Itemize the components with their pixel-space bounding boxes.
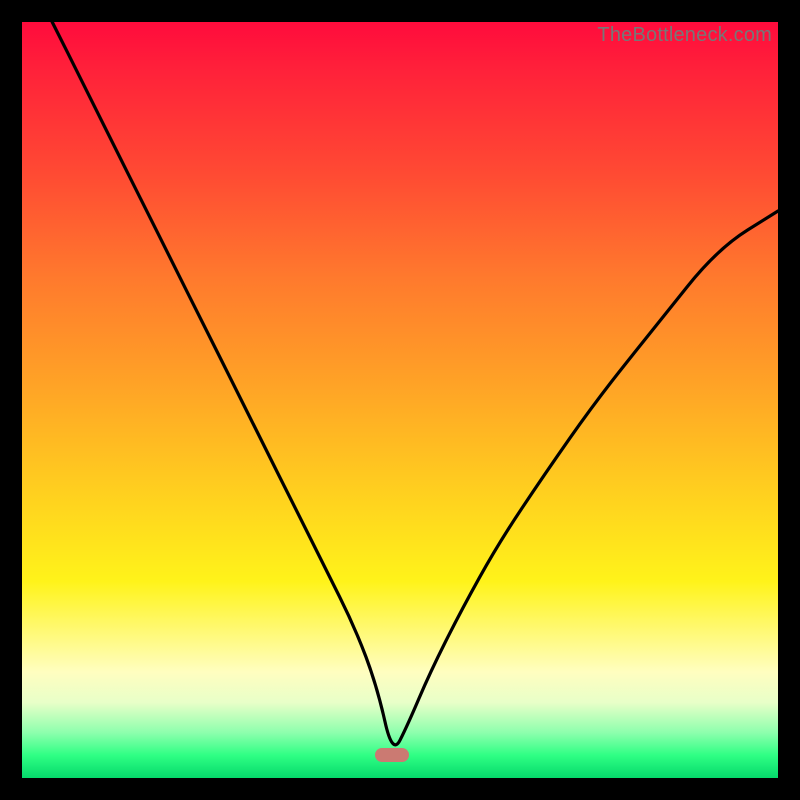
curve-path — [52, 22, 778, 745]
chart-frame: TheBottleneck.com — [0, 0, 800, 800]
bottleneck-curve — [22, 22, 778, 778]
plot-area: TheBottleneck.com — [22, 22, 778, 778]
optimal-marker — [375, 748, 409, 762]
